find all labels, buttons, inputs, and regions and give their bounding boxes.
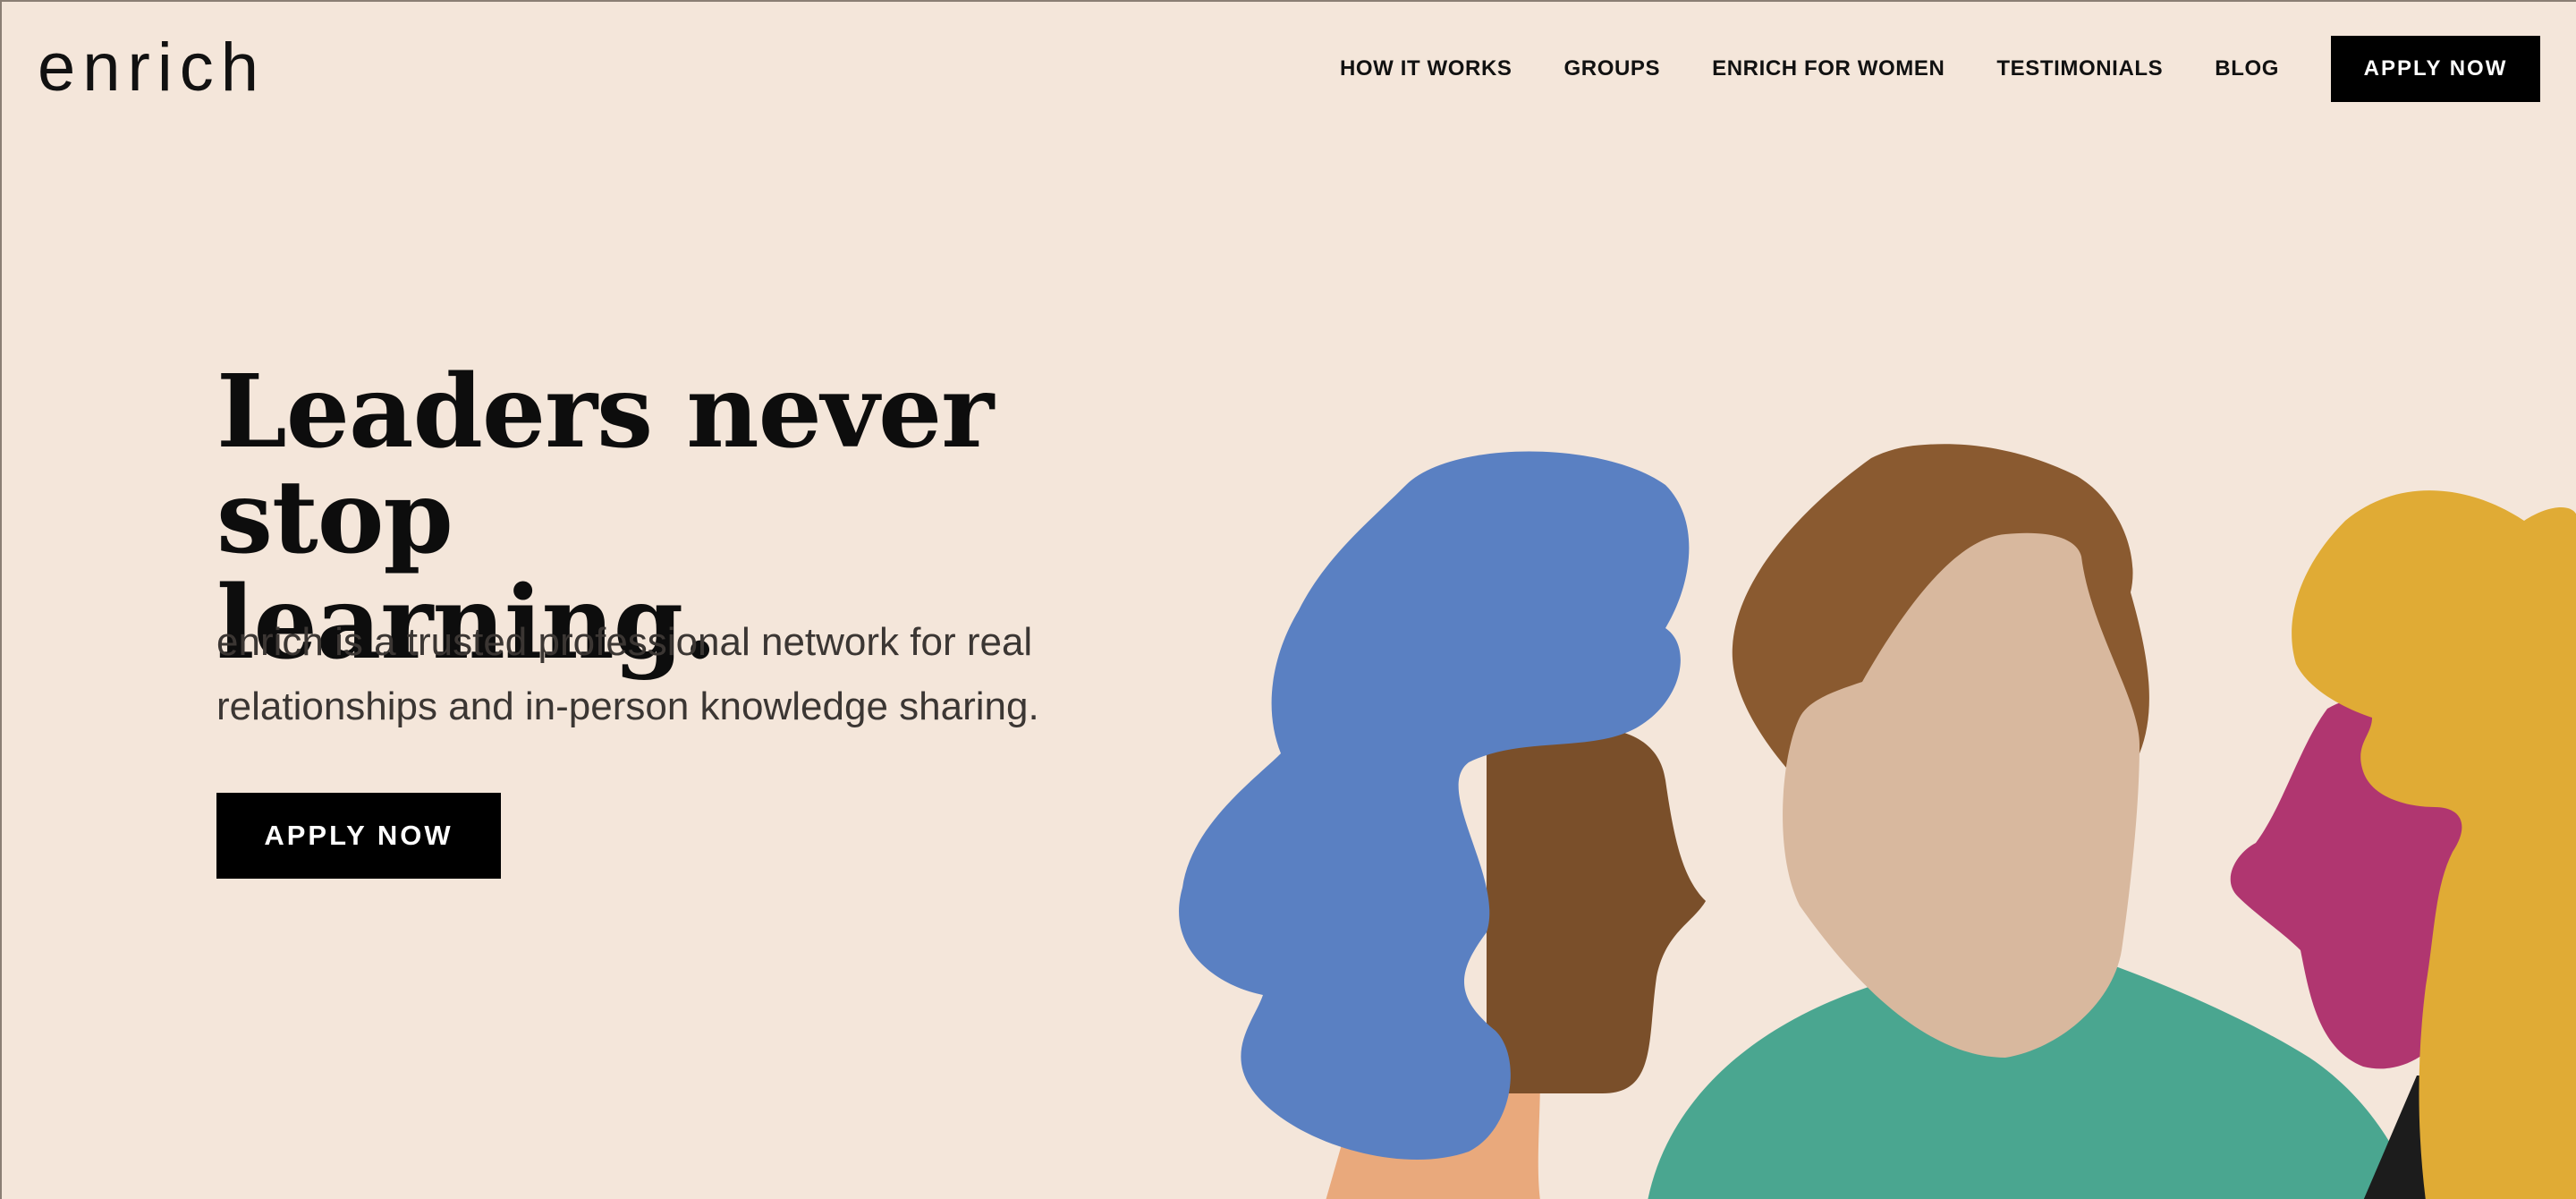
hero-subtitle: enrich is a trusted professional network… (216, 610, 1218, 739)
hero-title-line-1: Leaders never stop (216, 353, 994, 576)
header-apply-now-button[interactable]: APPLY NOW (2331, 36, 2540, 102)
page-frame: enrich HOW IT WORKS GROUPS ENRICH FOR WO… (0, 0, 2576, 1199)
nav-groups[interactable]: GROUPS (1564, 56, 1661, 81)
people-illustration (1179, 444, 2576, 1199)
enrich-logo[interactable]: enrich (38, 29, 266, 106)
hero-subtitle-line-1: enrich is a trusted professional network… (216, 620, 1033, 664)
person-1-figure (1179, 451, 1706, 1199)
nav-blog[interactable]: BLOG (2215, 56, 2279, 81)
nav-how-it-works[interactable]: HOW IT WORKS (1340, 56, 1513, 81)
nav-enrich-for-women[interactable]: ENRICH FOR WOMEN (1712, 56, 1945, 81)
main-nav: HOW IT WORKS GROUPS ENRICH FOR WOMEN TES… (1340, 36, 2540, 102)
hero-subtitle-line-2: relationships and in-person knowledge sh… (216, 685, 1039, 728)
hero-apply-now-button[interactable]: APPLY NOW (216, 793, 501, 879)
nav-testimonials[interactable]: TESTIMONIALS (1996, 56, 2163, 81)
